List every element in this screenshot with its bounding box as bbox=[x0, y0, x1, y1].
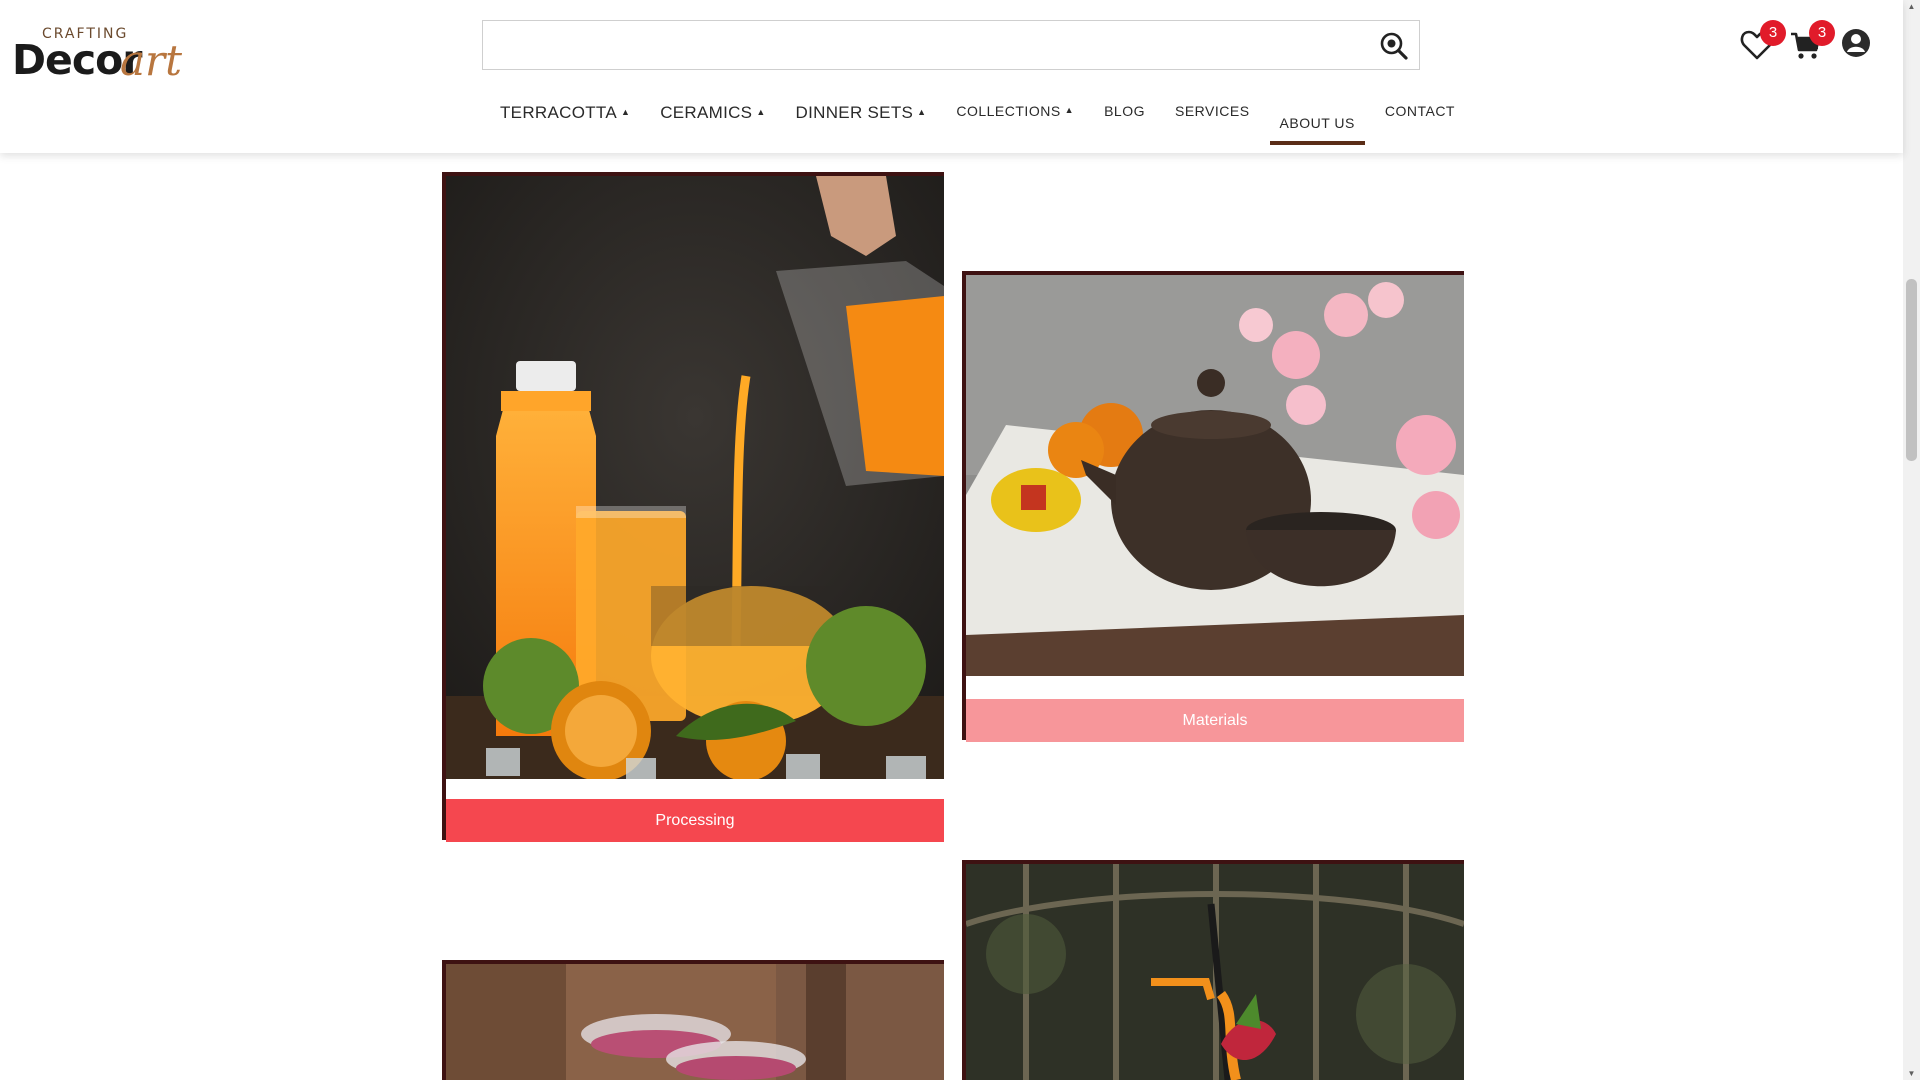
logo-script: art bbox=[120, 36, 182, 85]
search-input[interactable] bbox=[493, 21, 1377, 69]
nav-label: BLOG bbox=[1104, 103, 1145, 119]
juice-photo bbox=[446, 176, 944, 779]
nav-terracotta[interactable]: TERRACOTTA ▲ bbox=[500, 95, 630, 123]
account-button[interactable] bbox=[1841, 28, 1877, 64]
nav-label: ABOUT US bbox=[1279, 115, 1355, 131]
brand-logo[interactable]: CRAFTING Decor art bbox=[12, 24, 192, 85]
search-icon[interactable] bbox=[1379, 31, 1409, 61]
card-label-processing: Processing bbox=[446, 799, 944, 842]
card-label-materials: Materials bbox=[966, 699, 1464, 742]
wishlist-count-badge: 3 bbox=[1760, 20, 1786, 46]
scrollbar-track[interactable] bbox=[1903, 0, 1920, 1080]
nav-label: COLLECTIONS bbox=[956, 103, 1061, 119]
search-bar bbox=[482, 20, 1420, 70]
nav-collections[interactable]: COLLECTIONS ▲ bbox=[956, 95, 1074, 119]
process-card-materials[interactable]: Materials bbox=[962, 271, 1464, 742]
nav-about-us[interactable]: ABOUT US bbox=[1269, 95, 1366, 145]
scrollbar-thumb[interactable] bbox=[1906, 279, 1917, 461]
cart-count-badge: 3 bbox=[1809, 20, 1835, 46]
caret-up-icon: ▲ bbox=[1064, 105, 1075, 115]
site-header: CRAFTING Decor art 3 3 TERRACOTTA ▲ CERA… bbox=[0, 0, 1903, 153]
nav-label: CONTACT bbox=[1384, 103, 1455, 119]
process-card-4[interactable] bbox=[962, 860, 1464, 1080]
main-nav: TERRACOTTA ▲ CERAMICS ▲ DINNER SETS ▲ CO… bbox=[500, 95, 1485, 147]
nav-blog[interactable]: BLOG bbox=[1104, 95, 1145, 119]
caret-up-icon: ▲ bbox=[917, 107, 927, 117]
nav-services[interactable]: SERVICES bbox=[1175, 95, 1250, 119]
process-card-processing[interactable]: Processing bbox=[442, 172, 944, 842]
nav-label: SERVICES bbox=[1175, 103, 1250, 119]
wishlist-button[interactable]: 3 bbox=[1740, 20, 1786, 64]
teapot-photo bbox=[966, 275, 1464, 676]
scroll-down-arrow-icon[interactable]: ▼ bbox=[1905, 1067, 1918, 1080]
cocktail-photo bbox=[966, 864, 1464, 1080]
caret-up-icon: ▲ bbox=[756, 107, 766, 117]
cart-button[interactable]: 3 bbox=[1789, 20, 1835, 64]
nav-label: CERAMICS bbox=[660, 103, 753, 122]
nav-ceramics[interactable]: CERAMICS ▲ bbox=[660, 95, 765, 123]
nav-contact[interactable]: CONTACT bbox=[1385, 95, 1455, 119]
caret-up-icon: ▲ bbox=[620, 107, 631, 117]
smoothie-photo bbox=[446, 964, 944, 1080]
scroll-up-arrow-icon[interactable]: ▲ bbox=[1905, 0, 1918, 13]
nav-label: DINNER SETS bbox=[795, 103, 914, 122]
process-card-3[interactable] bbox=[442, 960, 944, 1080]
nav-label: TERRACOTTA bbox=[500, 103, 617, 122]
nav-dinner-sets[interactable]: DINNER SETS ▲ bbox=[796, 95, 927, 123]
user-icon bbox=[1842, 29, 1870, 57]
